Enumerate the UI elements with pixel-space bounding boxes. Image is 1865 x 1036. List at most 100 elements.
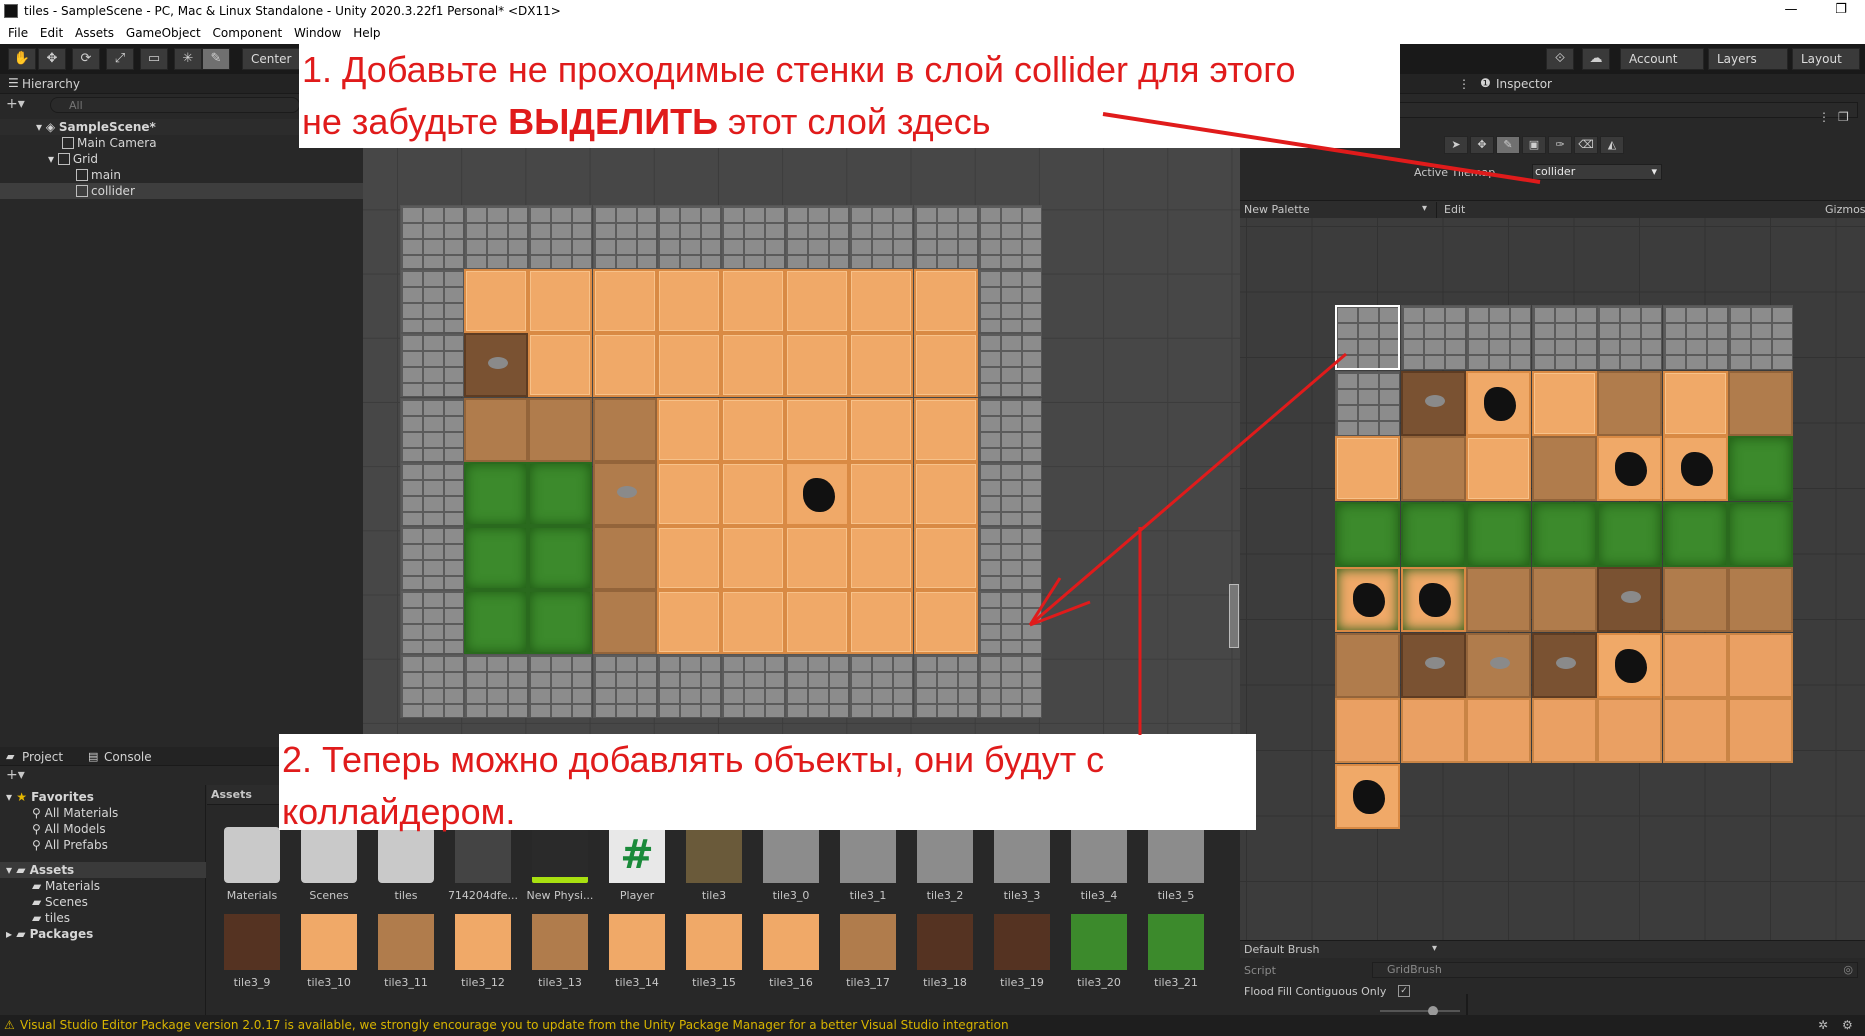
palette-grass-tile[interactable]	[1531, 501, 1597, 567]
gizmos-button[interactable]: Gizmos	[1825, 203, 1865, 216]
hierarchy-tab[interactable]: Hierarchy	[22, 77, 80, 91]
favorites-node[interactable]: ▾ ★ Favorites	[0, 789, 94, 805]
palette-hole-tile[interactable]	[1662, 436, 1728, 501]
asset-item[interactable]: New Physi...	[522, 827, 598, 902]
asset-item[interactable]: tile3_2	[907, 827, 983, 902]
assets-scenes-folder[interactable]: ▰ Scenes	[0, 894, 88, 910]
scale-tool-icon[interactable]: ⤢	[106, 48, 134, 70]
active-tilemap-dropdown[interactable]: collider ▾	[1532, 164, 1662, 180]
palette-grass-tile[interactable]	[1400, 501, 1466, 567]
bug-icon[interactable]: ✲	[1818, 1015, 1828, 1036]
asset-item[interactable]: tile3_14	[599, 914, 675, 989]
palette-dirt-tile[interactable]	[1728, 370, 1793, 436]
menu-edit[interactable]: Edit	[32, 24, 63, 40]
palette-brick-tile[interactable]	[1728, 698, 1793, 763]
console-tab[interactable]: Console	[104, 750, 152, 764]
palette-grass-tile[interactable]	[1466, 501, 1531, 567]
scene-view[interactable]	[363, 74, 1240, 747]
cloud-icon[interactable]: ☁	[1582, 48, 1610, 70]
palette-name[interactable]: New Palette	[1244, 203, 1310, 216]
inspector-tab[interactable]: Inspector	[1496, 77, 1552, 91]
asset-item[interactable]: tile3_20	[1061, 914, 1137, 989]
palette-brick-tile[interactable]	[1466, 698, 1531, 763]
paint-tool-icon[interactable]: ✎	[202, 48, 230, 70]
add-icon[interactable]: +▾	[6, 96, 25, 112]
asset-item[interactable]: tiles	[368, 827, 444, 902]
palette-wall-tile[interactable]	[1400, 305, 1466, 370]
transform-tool-icon[interactable]: ✳	[174, 48, 202, 70]
hand-tool-icon[interactable]: ✋	[8, 48, 36, 70]
asset-item[interactable]: # Player	[599, 827, 675, 902]
packages-node[interactable]: ▸ ▰ Packages	[0, 926, 93, 942]
palette-grass-tile[interactable]	[1335, 501, 1400, 567]
palette-grass-tile[interactable]	[1597, 501, 1662, 567]
palette-sand-tile[interactable]	[1335, 436, 1400, 501]
asset-item[interactable]: tile3_13	[522, 914, 598, 989]
hierarchy-item-collider[interactable]: collider	[0, 183, 363, 199]
layers-dropdown[interactable]: Layers	[1708, 48, 1788, 70]
hierarchy-item-main[interactable]: main	[0, 167, 121, 183]
palette-hole-tile[interactable]	[1597, 632, 1662, 698]
add-asset-icon[interactable]: +▾	[6, 767, 25, 783]
palette-wall-tile[interactable]	[1466, 305, 1531, 370]
eraser-tool-icon[interactable]: ⌫	[1574, 136, 1598, 154]
palette-sand-tile[interactable]	[1662, 370, 1728, 436]
assets-materials-folder[interactable]: ▰ Materials	[0, 878, 100, 894]
asset-item[interactable]: tile3_18	[907, 914, 983, 989]
tile-palette-grid[interactable]	[1240, 218, 1865, 940]
menu-component[interactable]: Component	[205, 24, 283, 40]
asset-item[interactable]: tile3_17	[830, 914, 906, 989]
select-tool-icon[interactable]: ➤	[1444, 136, 1468, 154]
palette-brick-tile[interactable]	[1400, 698, 1466, 763]
menu-gameobject[interactable]: GameObject	[118, 24, 201, 40]
palette-grass-tile[interactable]	[1662, 501, 1728, 567]
menu-help[interactable]: Help	[345, 24, 380, 40]
palette-dirt-tile[interactable]	[1597, 370, 1662, 436]
brush-tool-icon[interactable]: ✎	[1496, 136, 1520, 154]
palette-edit-button[interactable]: Edit	[1444, 203, 1465, 216]
collab-icon[interactable]: ⟐	[1546, 48, 1574, 70]
palette-grass-hole-tile[interactable]	[1335, 567, 1400, 632]
hierarchy-item-main-camera[interactable]: Main Camera	[0, 135, 157, 151]
palette-brick-tile[interactable]	[1662, 698, 1728, 763]
rotate-tool-icon[interactable]: ⟳	[72, 48, 100, 70]
palette-dirt-tile[interactable]	[1662, 567, 1728, 632]
asset-item[interactable]: 714204dfe...	[445, 827, 521, 902]
asset-item[interactable]: tile3_1	[830, 827, 906, 902]
menu-file[interactable]: File	[0, 24, 28, 40]
more-icon[interactable]: ⋮	[1818, 110, 1830, 124]
palette-rock-tile[interactable]	[1466, 632, 1531, 698]
palette-hole-tile[interactable]	[1597, 436, 1662, 501]
palette-brick-tile[interactable]	[1662, 632, 1728, 698]
palette-rock-tile[interactable]	[1597, 567, 1662, 632]
layout-dropdown[interactable]: Layout	[1792, 48, 1860, 70]
palette-brick-tile[interactable]	[1597, 698, 1662, 763]
assets-node[interactable]: ▾ ▰ Assets	[0, 862, 206, 878]
box-fill-tool-icon[interactable]: ▣	[1522, 136, 1546, 154]
palette-rock-tile[interactable]	[1531, 632, 1597, 698]
asset-item[interactable]: tile3_11	[368, 914, 444, 989]
palette-dirt-tile[interactable]	[1531, 436, 1597, 501]
palette-sand-tile[interactable]	[1466, 436, 1531, 501]
palette-rock-tile[interactable]	[1400, 632, 1466, 698]
asset-item[interactable]: tile3_21	[1138, 914, 1214, 989]
assets-tiles-folder[interactable]: ▰ tiles	[0, 910, 70, 926]
palette-wall-tile[interactable]	[1728, 305, 1793, 370]
asset-item[interactable]: Materials	[214, 827, 290, 902]
palette-wall-tile[interactable]	[1597, 305, 1662, 370]
asset-item[interactable]: tile3_16	[753, 914, 829, 989]
project-tab[interactable]: Project	[22, 750, 63, 764]
breadcrumb-assets[interactable]: Assets	[211, 788, 252, 801]
palette-dirt-tile[interactable]	[1335, 632, 1400, 698]
asset-item[interactable]: tile3_15	[676, 914, 752, 989]
asset-item[interactable]: tile3_10	[291, 914, 367, 989]
asset-item[interactable]: Scenes	[291, 827, 367, 902]
palette-brick-tile[interactable]	[1728, 632, 1793, 698]
palette-sand-tile[interactable]	[1531, 370, 1597, 436]
palette-hole-tile[interactable]	[1466, 370, 1531, 436]
palette-rock-tile[interactable]	[1400, 370, 1466, 436]
hierarchy-item-grid[interactable]: ▾ Grid	[0, 151, 98, 167]
pivot-toggle[interactable]: Center	[242, 48, 302, 70]
palette-grass-tile[interactable]	[1728, 501, 1793, 567]
palette-grass-tile[interactable]	[1728, 436, 1793, 501]
